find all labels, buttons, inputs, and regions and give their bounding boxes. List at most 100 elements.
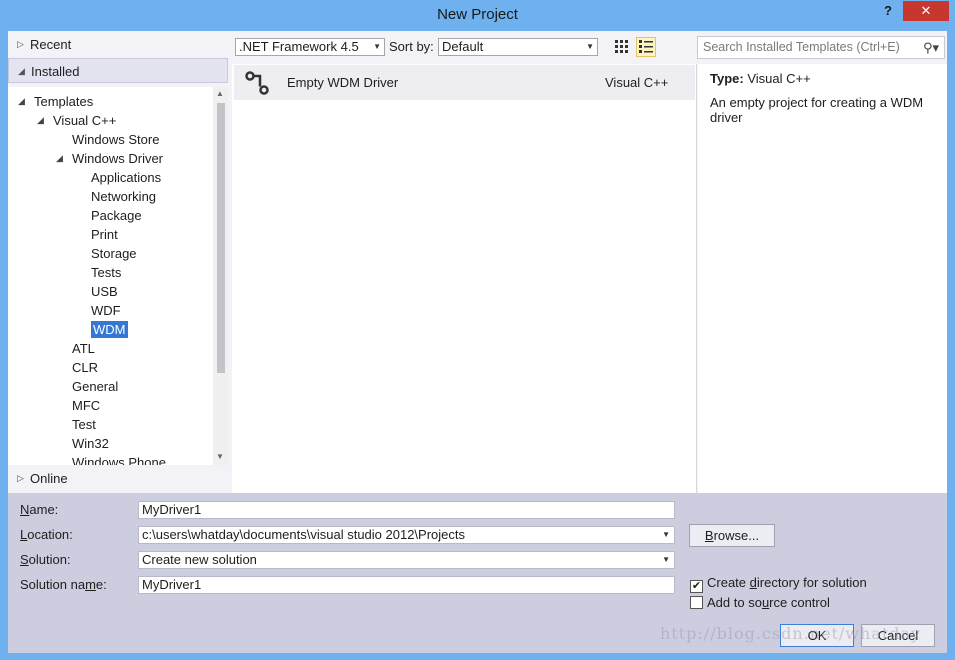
close-button[interactable]: ✕: [903, 1, 949, 21]
driver-icon: [245, 71, 269, 95]
template-toolbar: .NET Framework 4.5 ▼ Sort by: Default ▼: [232, 31, 947, 64]
tree-item-label: Windows Store: [72, 132, 160, 147]
tree-item-label: Visual C++: [53, 113, 117, 128]
expand-arrow-icon: ▷: [17, 39, 24, 49]
tree-item[interactable]: Win32: [72, 434, 109, 453]
nav-installed[interactable]: ◢ Installed: [8, 58, 228, 83]
tree-item-label: General: [72, 379, 119, 394]
tree-item[interactable]: Windows Phone: [72, 453, 166, 465]
type-value: Visual C++: [747, 71, 811, 86]
nav-recent[interactable]: ▷ Recent: [8, 32, 228, 57]
tree-item[interactable]: WDM: [91, 320, 128, 339]
scroll-down-icon[interactable]: ▼: [216, 452, 224, 461]
collapse-arrow-icon[interactable]: ◢: [37, 111, 44, 130]
name-value: MyDriver1: [142, 502, 202, 517]
create-directory-checkbox[interactable]: ✔ Create directory for solution: [690, 575, 867, 593]
tree-item-label: Applications: [91, 170, 162, 185]
template-tree[interactable]: ◢ Templates ◢ Visual C++ Windows Store ◢ Windo…: [8, 87, 213, 465]
title-bar[interactable]: New Project ? ✕: [0, 0, 955, 30]
collapse-arrow-icon[interactable]: ◢: [56, 149, 63, 168]
tree-item[interactable]: Windows Store: [72, 130, 159, 149]
search-templates-input[interactable]: Search Installed Templates (Ctrl+E) ⚲▾: [697, 36, 945, 59]
dropdown-arrow-icon: ▼: [586, 42, 594, 51]
tree-item[interactable]: MFC: [72, 396, 100, 415]
watermark: http://blog.csdn.net/whatday: [660, 624, 922, 643]
template-language: Visual C++: [605, 75, 669, 90]
tree-item-label: Windows Phone: [72, 455, 166, 465]
collapse-arrow-icon: ◢: [18, 66, 25, 76]
tree-item-label: Package: [91, 208, 142, 223]
template-details: Type: Visual C++ An empty project for cr…: [698, 64, 947, 493]
create-directory-label: Create directory for solution: [707, 575, 867, 590]
browse-button[interactable]: Browse...: [689, 524, 775, 547]
name-label: Name:: [20, 502, 59, 517]
name-input[interactable]: MyDriver1: [138, 501, 675, 519]
collapse-arrow-icon[interactable]: ◢: [18, 92, 25, 111]
tree-item-label: Storage: [91, 246, 137, 261]
tree-item[interactable]: Storage: [91, 244, 137, 263]
template-name: Empty WDM Driver: [287, 75, 399, 90]
sort-select[interactable]: Default ▼: [438, 38, 598, 56]
scrollbar-thumb[interactable]: [217, 103, 225, 373]
sort-value: Default: [442, 39, 484, 54]
checkbox-unchecked-icon[interactable]: [690, 596, 703, 609]
nav-online-label: Online: [30, 471, 68, 486]
tree-item[interactable]: Tests: [91, 263, 121, 282]
tree-item[interactable]: ◢ Windows Driver: [56, 149, 164, 168]
tree-item[interactable]: Print: [91, 225, 118, 244]
solution-name-input[interactable]: MyDriver1: [138, 576, 675, 594]
template-item[interactable]: Empty WDM Driver Visual C++: [234, 65, 695, 100]
tree-item[interactable]: ◢ Templates: [18, 92, 94, 111]
tree-item-label: Tests: [91, 265, 122, 280]
framework-select[interactable]: .NET Framework 4.5 ▼: [235, 38, 385, 56]
tree-item-label: CLR: [72, 360, 99, 375]
close-icon: ✕: [920, 3, 932, 18]
help-button[interactable]: ?: [876, 3, 900, 23]
dropdown-arrow-icon[interactable]: ▼: [662, 527, 670, 543]
dropdown-arrow-icon: ▼: [662, 555, 670, 564]
add-source-control-label: Add to source control: [707, 595, 830, 610]
search-icon[interactable]: ⚲▾: [923, 37, 939, 58]
nav-installed-label: Installed: [31, 64, 80, 79]
small-icons-view-button[interactable]: [612, 37, 632, 57]
location-input[interactable]: c:\users\whatday\documents\visual studio…: [138, 526, 675, 544]
expand-arrow-icon: ▷: [17, 473, 24, 483]
nav-online[interactable]: ▷ Online: [8, 466, 228, 491]
location-label: Location:: [20, 527, 73, 542]
tree-item[interactable]: Applications: [91, 168, 161, 187]
add-source-control-checkbox[interactable]: Add to source control: [690, 595, 830, 610]
tree-item[interactable]: USB: [91, 282, 118, 301]
window-title: New Project: [437, 6, 518, 23]
list-view-icon: [639, 40, 653, 53]
tree-item[interactable]: Networking: [91, 187, 156, 206]
tree-scrollbar[interactable]: ▲ ▼: [213, 87, 228, 465]
template-list[interactable]: Empty WDM Driver Visual C++: [232, 64, 697, 493]
solution-name-label: Solution name:: [20, 577, 107, 592]
list-view-button[interactable]: [636, 37, 656, 57]
tree-item[interactable]: ATL: [72, 339, 95, 358]
solution-name-value: MyDriver1: [142, 577, 202, 592]
nav-recent-label: Recent: [30, 37, 72, 52]
tree-item[interactable]: Test: [72, 415, 96, 434]
new-project-dialog: New Project ? ✕ ▷ Recent ◢ Installed ◢ Te…: [0, 0, 955, 660]
template-description: An empty project for creating a WDM driv…: [710, 95, 924, 125]
tree-item-label: Windows Driver: [72, 151, 164, 166]
tree-item-label: WDM: [91, 321, 128, 338]
checkbox-checked-icon[interactable]: ✔: [690, 580, 703, 593]
tree-item-label: MFC: [72, 398, 101, 413]
solution-value: Create new solution: [142, 552, 257, 567]
tree-item[interactable]: General: [72, 377, 118, 396]
tree-item[interactable]: CLR: [72, 358, 98, 377]
tree-item-label: ATL: [72, 341, 95, 356]
tree-item-label: Templates: [34, 94, 94, 109]
framework-value: .NET Framework 4.5: [239, 39, 359, 54]
browse-label: Browse...: [704, 528, 760, 543]
solution-label: Solution:: [20, 552, 71, 567]
tree-item[interactable]: Package: [91, 206, 142, 225]
tree-item[interactable]: ◢ Visual C++: [37, 111, 117, 130]
grid-view-icon: [615, 40, 628, 53]
scroll-up-icon[interactable]: ▲: [216, 89, 224, 98]
tree-item[interactable]: WDF: [91, 301, 121, 320]
solution-select[interactable]: Create new solution ▼: [138, 551, 675, 569]
tree-item-label: USB: [91, 284, 118, 299]
